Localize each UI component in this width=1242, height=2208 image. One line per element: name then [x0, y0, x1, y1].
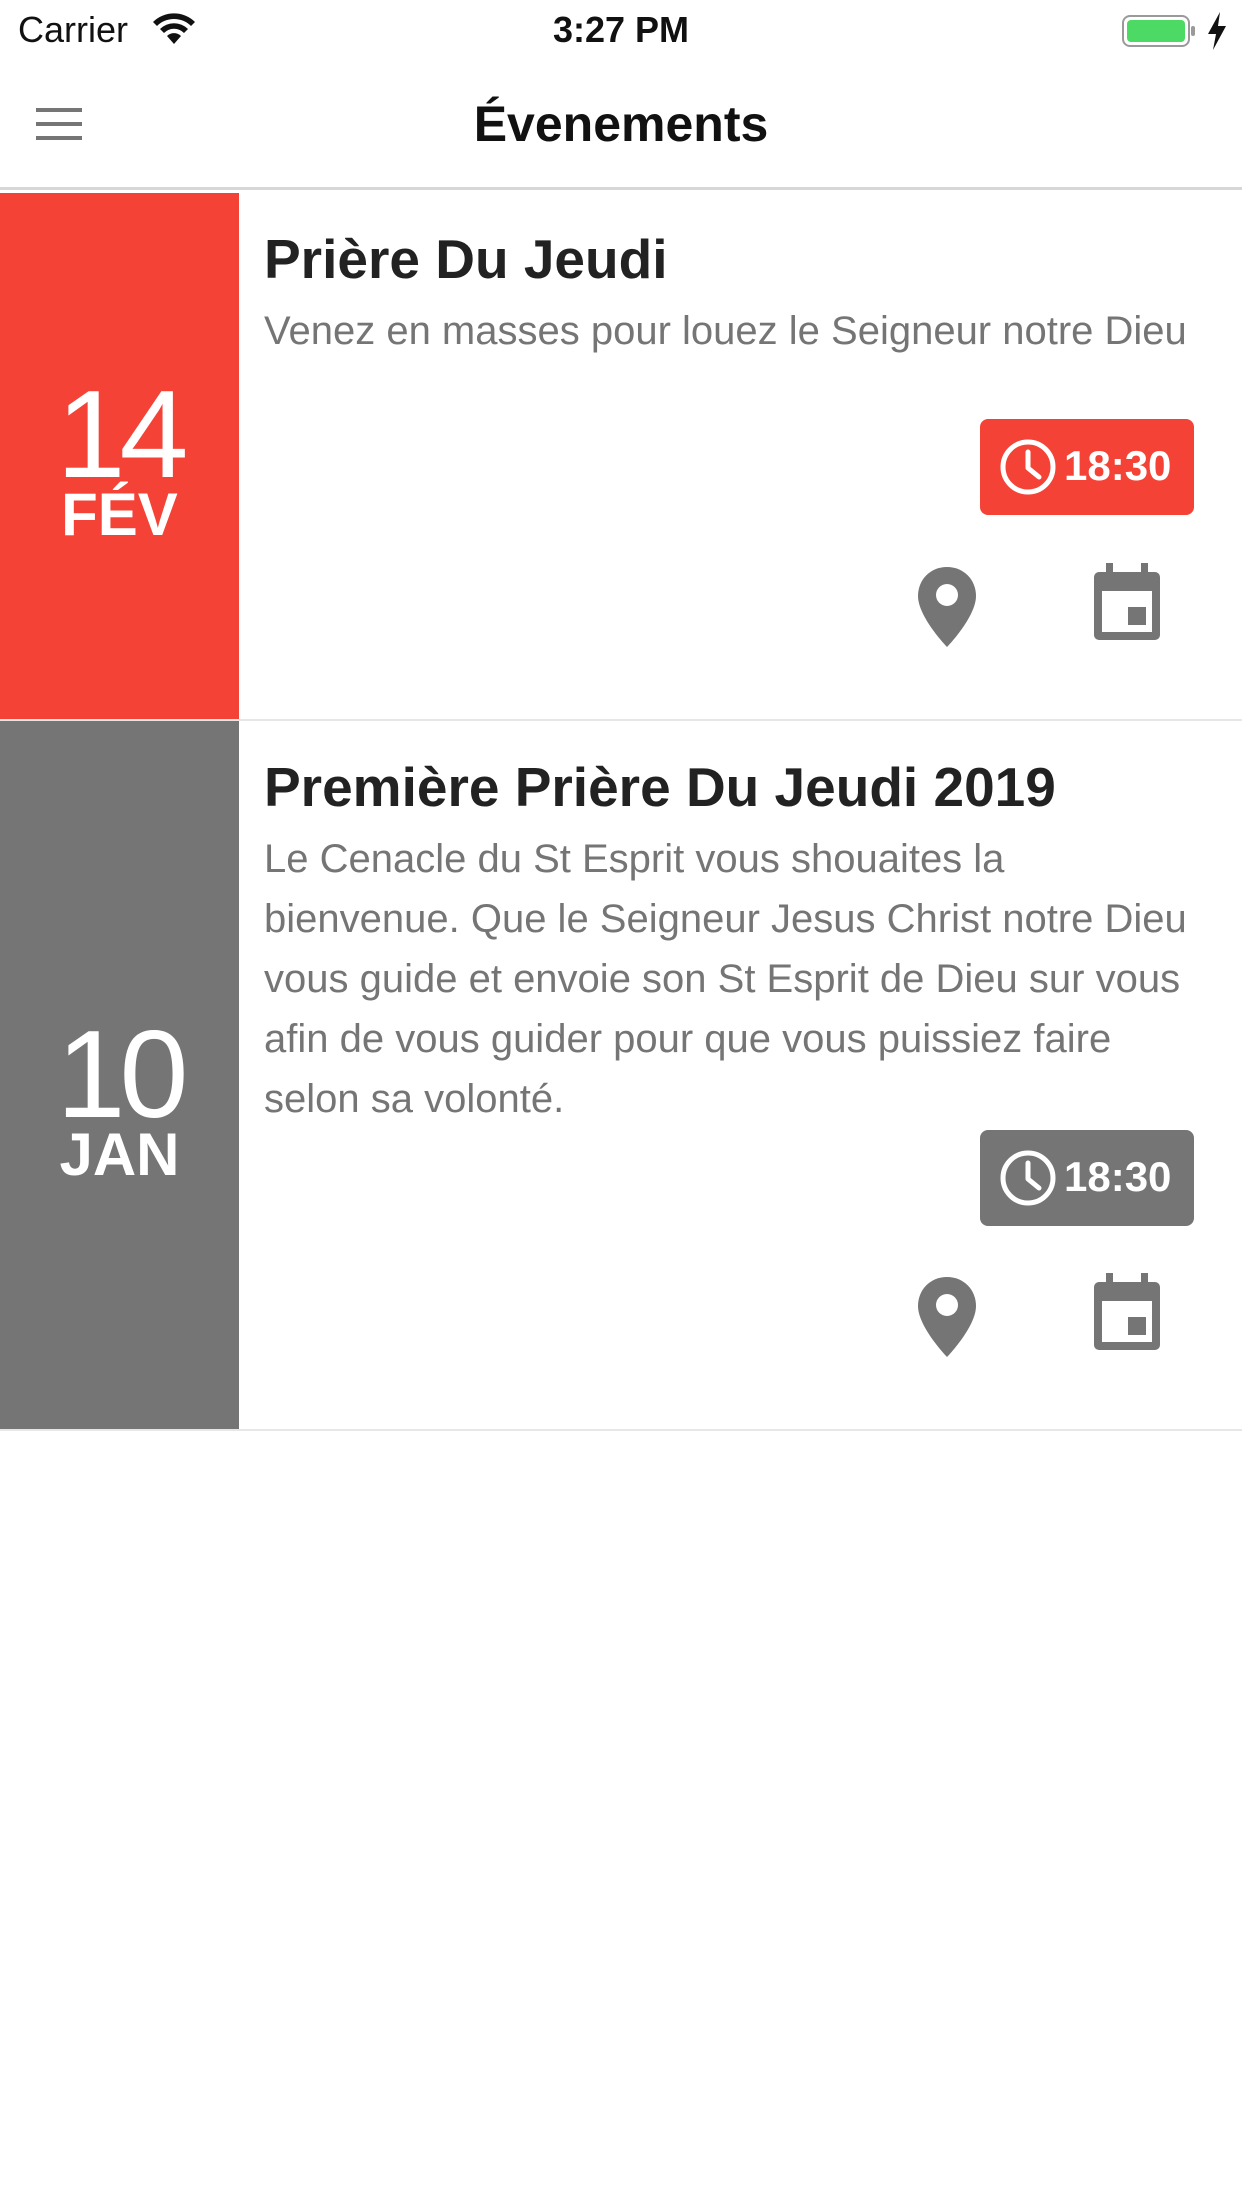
event-time: 18:30	[1064, 442, 1172, 489]
location-pin-icon[interactable]	[916, 1275, 978, 1359]
calendar-add-icon[interactable]	[1090, 1273, 1164, 1353]
clock-icon	[1000, 1150, 1056, 1206]
charging-bolt-icon	[1208, 12, 1226, 50]
event-month: FÉV	[61, 481, 178, 548]
event-description: Le Cenacle du St Esprit vous shouaites l…	[264, 837, 1187, 1121]
event-day: 10	[56, 1006, 189, 1144]
app-screen: Carrier 3:27 PM Évenements 14 FÉV Prière…	[0, 0, 1242, 2208]
event-date-block: 10 JAN	[0, 721, 239, 1429]
clock-icon	[1000, 439, 1056, 495]
event-date-block: 14 FÉV	[0, 193, 239, 719]
event-card[interactable]: 14 FÉV Prière Du Jeudi Venez en masses p…	[0, 193, 1242, 721]
event-description: Venez en masses pour louez le Seigneur n…	[264, 309, 1187, 353]
event-month: JAN	[59, 1121, 180, 1188]
status-bar: Carrier 3:27 PM	[0, 0, 1242, 60]
event-title: Prière Du Jeudi	[264, 228, 668, 290]
navigation-bar: Évenements	[0, 60, 1242, 190]
battery-icon	[1122, 15, 1195, 47]
event-time-badge: 18:30	[980, 419, 1194, 515]
page-title: Évenements	[473, 96, 769, 152]
event-title: Première Prière Du Jeudi 2019	[264, 756, 1056, 818]
location-pin-icon[interactable]	[916, 565, 978, 649]
event-day: 14	[56, 366, 189, 504]
calendar-add-icon[interactable]	[1090, 563, 1164, 643]
event-time-badge: 18:30	[980, 1130, 1194, 1226]
event-card[interactable]: 10 JAN Première Prière Du Jeudi 2019 Le …	[0, 721, 1242, 1431]
status-time: 3:27 PM	[552, 9, 690, 50]
event-time: 18:30	[1064, 1153, 1172, 1200]
